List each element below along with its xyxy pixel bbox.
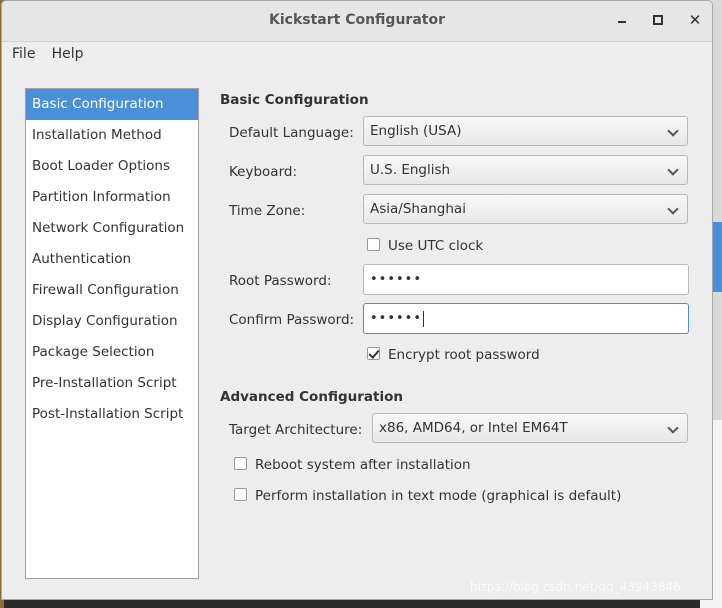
target-architecture-value: x86, AMD64, or Intel EM64T: [379, 420, 568, 436]
text-cursor: [423, 310, 425, 327]
checkbox-checked-icon: [367, 347, 380, 360]
sidebar-item-installation-method[interactable]: Installation Method: [26, 120, 198, 151]
reboot-after-install-checkbox[interactable]: Reboot system after installation: [234, 457, 471, 473]
encrypt-root-password-label: Encrypt root password: [388, 347, 540, 363]
target-architecture-select[interactable]: x86, AMD64, or Intel EM64T: [372, 413, 688, 443]
default-language-select[interactable]: English (USA): [363, 116, 688, 146]
encrypt-root-password-checkbox[interactable]: Encrypt root password: [367, 347, 540, 363]
use-utc-clock-checkbox[interactable]: Use UTC clock: [367, 238, 483, 254]
sidebar-item-network-configuration[interactable]: Network Configuration: [26, 213, 198, 244]
default-language-label: Default Language:: [229, 125, 354, 141]
kickstart-window: Kickstart Configurator ✕ File Help Basic…: [1, 0, 713, 600]
root-password-label: Root Password:: [229, 273, 332, 289]
chevron-down-icon: [667, 422, 679, 434]
confirm-password-field[interactable]: ••••••: [363, 303, 689, 334]
reboot-after-install-label: Reboot system after installation: [255, 457, 471, 473]
sidebar-item-authentication[interactable]: Authentication: [26, 244, 198, 275]
sidebar-item-partition-information[interactable]: Partition Information: [26, 182, 198, 213]
checkbox-unchecked-icon: [367, 238, 380, 251]
chevron-down-icon: [667, 125, 679, 137]
chevron-down-icon: [667, 164, 679, 176]
sidebar-item-boot-loader-options[interactable]: Boot Loader Options: [26, 151, 198, 182]
sidebar-item-firewall-configuration[interactable]: Firewall Configuration: [26, 275, 198, 306]
title-bar[interactable]: Kickstart Configurator ✕: [2, 1, 712, 42]
target-architecture-label: Target Architecture:: [229, 422, 363, 438]
time-zone-label: Time Zone:: [229, 203, 306, 219]
menu-help[interactable]: Help: [46, 42, 90, 66]
keyboard-label: Keyboard:: [229, 164, 298, 180]
text-mode-install-checkbox[interactable]: Perform installation in text mode (graph…: [234, 488, 621, 504]
advanced-configuration-heading: Advanced Configuration: [220, 389, 403, 405]
root-password-value: ••••••: [370, 272, 423, 287]
sidebar-item-post-installation-script[interactable]: Post-Installation Script: [26, 399, 198, 430]
watermark-text: https://blog.csdn.net/qq_43943846: [470, 580, 681, 594]
sidebar-item-basic-configuration[interactable]: Basic Configuration: [26, 89, 198, 120]
root-password-field[interactable]: ••••••: [363, 264, 689, 295]
chevron-down-icon: [667, 203, 679, 215]
close-icon[interactable]: ✕: [686, 11, 704, 29]
maximize-icon[interactable]: [649, 11, 667, 29]
checkbox-unchecked-icon: [234, 488, 247, 501]
confirm-password-value: ••••••: [370, 311, 423, 326]
menu-file[interactable]: File: [6, 42, 41, 66]
default-language-value: English (USA): [370, 123, 462, 139]
checkbox-unchecked-icon: [234, 457, 247, 470]
use-utc-clock-label: Use UTC clock: [388, 238, 484, 254]
keyboard-select[interactable]: U.S. English: [363, 155, 688, 185]
text-mode-install-label: Perform installation in text mode (graph…: [255, 488, 622, 504]
basic-configuration-heading: Basic Configuration: [220, 92, 369, 108]
sidebar-list: Basic Configuration Installation Method …: [25, 88, 199, 579]
time-zone-value: Asia/Shanghai: [370, 201, 466, 217]
menu-bar: File Help: [2, 42, 712, 68]
keyboard-value: U.S. English: [370, 162, 451, 178]
sidebar-item-pre-installation-script[interactable]: Pre-Installation Script: [26, 368, 198, 399]
minimize-icon[interactable]: [613, 11, 631, 29]
time-zone-select[interactable]: Asia/Shanghai: [363, 194, 688, 224]
sidebar-item-package-selection[interactable]: Package Selection: [26, 337, 198, 368]
confirm-password-label: Confirm Password:: [229, 312, 355, 328]
window-title: Kickstart Configurator: [269, 12, 445, 28]
sidebar-item-display-configuration[interactable]: Display Configuration: [26, 306, 198, 337]
